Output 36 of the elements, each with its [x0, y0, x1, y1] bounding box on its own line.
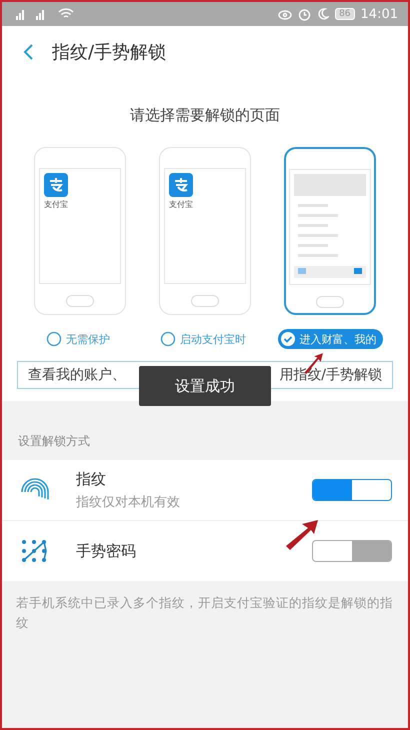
section-title: 设置解锁方式 — [17, 433, 91, 450]
app-label: 支付宝 — [44, 199, 69, 210]
app-label: 支付宝 — [169, 199, 194, 210]
annotation-arrow — [284, 518, 320, 550]
clock: 14:01 — [360, 6, 398, 22]
radio-circle-icon — [46, 331, 62, 347]
check-circle-icon — [280, 331, 296, 347]
radio-option[interactable]: 启动支付宝时 — [158, 329, 252, 349]
eye-icon — [278, 8, 292, 20]
radio-circle-icon — [160, 331, 176, 347]
method-title: 手势密码 — [76, 542, 137, 560]
app-icon — [169, 173, 193, 197]
moon-icon — [317, 8, 330, 20]
phone-preview[interactable] — [284, 147, 376, 315]
method-subtitle: 指纹仅对本机有效 — [76, 494, 181, 510]
radio-option[interactable]: 进入财富、我的 — [278, 329, 382, 349]
alarm-icon — [298, 8, 312, 20]
method-title: 指纹 — [76, 470, 107, 488]
toast-message: 设置成功 — [139, 366, 271, 406]
prompt-text: 请选择需要解锁的页面 — [130, 106, 280, 125]
footnote-text: 若手机系统中已录入多个指纹，开启支付宝验证的指纹是解锁的指纹 — [15, 594, 394, 632]
home-button — [66, 295, 94, 307]
toggle-switch[interactable] — [312, 540, 392, 562]
phone-preview[interactable]: 支付宝 — [34, 147, 126, 315]
back-icon[interactable] — [22, 43, 34, 61]
wifi-icon — [58, 8, 74, 20]
tip-text: 查看我的账户、 — [28, 366, 126, 384]
page-title: 指纹/手势解锁 — [52, 41, 166, 64]
phone-preview[interactable]: 支付宝 — [159, 147, 251, 315]
toggle-switch[interactable] — [312, 479, 392, 501]
tip-text: 用指纹/手势解锁 — [279, 366, 382, 384]
battery-level: 86 — [335, 8, 355, 20]
radio-option[interactable]: 无需保护 — [44, 329, 116, 349]
home-button — [316, 296, 344, 308]
app-icon — [44, 173, 68, 197]
home-button — [191, 295, 219, 307]
